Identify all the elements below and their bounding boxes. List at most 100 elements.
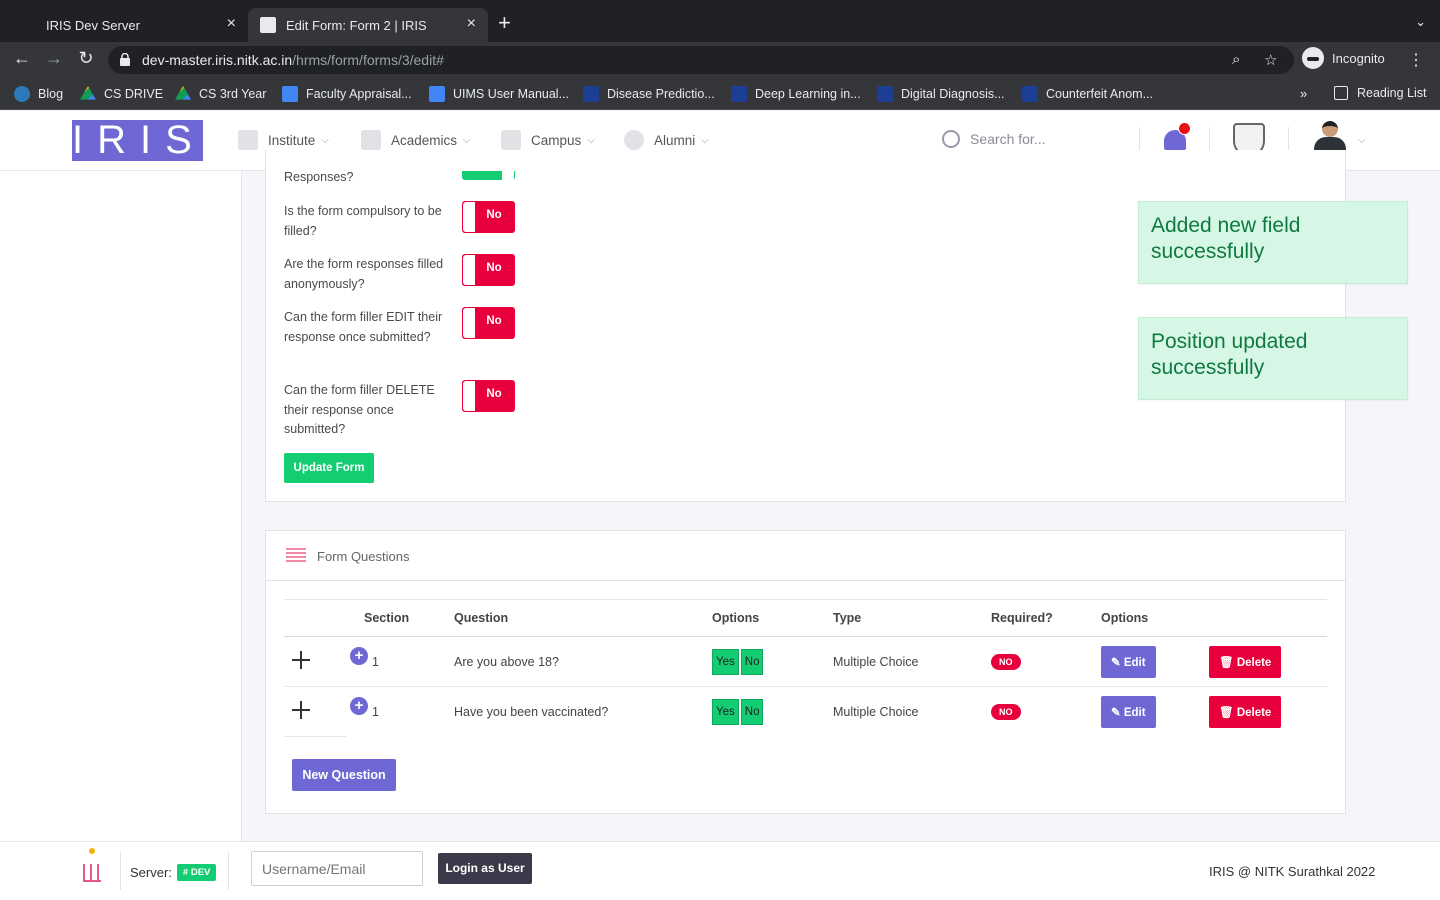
chevron-down-icon[interactable]: ⌵ xyxy=(1358,135,1366,146)
bookmarks-bar: Blog CS DRIVE CS 3rd Year Faculty Apprai… xyxy=(0,78,1440,110)
bookmark-item[interactable]: Disease Predictio... xyxy=(583,86,715,102)
section-cell: +1 xyxy=(346,636,454,687)
bookmark-item[interactable]: CS DRIVE xyxy=(80,86,163,102)
bookmark-item[interactable]: Counterfeit Anom... xyxy=(1022,86,1153,102)
incognito-icon xyxy=(1302,47,1324,69)
bookmark-item[interactable]: Digital Diagnosis... xyxy=(877,86,1005,102)
toggle-knob xyxy=(502,171,514,180)
chevron-down-icon: ⌵ xyxy=(701,134,709,146)
tab-search-chevron-icon[interactable]: ⌄ xyxy=(1415,14,1426,30)
question-cell: Have you been vaccinated? xyxy=(454,704,609,719)
option-chip: No xyxy=(740,698,764,725)
nav-alumni[interactable]: Alumni ⌵ xyxy=(624,130,709,150)
drag-handle-icon[interactable] xyxy=(292,701,310,719)
browser-menu-icon[interactable]: ⋮ xyxy=(1408,50,1424,70)
bookmark-label: Blog xyxy=(38,87,64,101)
tab-favicon-icon xyxy=(260,17,276,33)
section-cell: +1 xyxy=(346,687,454,737)
divider xyxy=(228,852,229,890)
search-placeholder: Search for... xyxy=(970,131,1046,147)
edit-question-button[interactable]: ✎ Edit xyxy=(1101,645,1156,678)
building-icon xyxy=(501,130,521,150)
card-title: Form Questions xyxy=(317,549,410,564)
nav-institute[interactable]: Institute ⌵ xyxy=(238,130,329,150)
delete-question-button[interactable]: 🗑 Delete xyxy=(1209,645,1282,678)
setting-toggle[interactable] xyxy=(462,171,515,180)
required-cell: NO xyxy=(991,636,1101,687)
nav-label: Institute xyxy=(268,132,316,148)
drag-handle-icon[interactable] xyxy=(292,651,310,669)
server-indicator: Server: # DEV xyxy=(130,864,217,881)
bookmark-item[interactable]: UIMS User Manual... xyxy=(429,86,569,102)
column-header: Question xyxy=(454,599,712,637)
server-badge: # DEV xyxy=(176,864,217,881)
forward-icon[interactable]: → xyxy=(42,48,66,69)
nav-label: Academics xyxy=(391,132,458,148)
compulsory-toggle[interactable]: No xyxy=(462,201,515,233)
analytics-icon[interactable] xyxy=(82,848,102,882)
bookmark-label: Digital Diagnosis... xyxy=(901,87,1005,101)
browser-tab-active[interactable]: Edit Form: Form 2 | IRIS × xyxy=(248,8,488,42)
add-subquestion-icon[interactable]: + xyxy=(350,696,368,715)
iris-logo[interactable]: IRIS xyxy=(72,120,203,161)
bookmark-star-icon[interactable]: ☆ xyxy=(1264,51,1277,69)
bookmark-label: UIMS User Manual... xyxy=(453,87,570,101)
delete-label: Delete xyxy=(1236,656,1272,669)
column-header: Options xyxy=(712,599,833,637)
close-tab-icon[interactable]: × xyxy=(227,16,236,32)
delete-label: Delete xyxy=(1236,706,1272,719)
column-header: Type xyxy=(833,599,991,637)
tab-title: Edit Form: Form 2 | IRIS xyxy=(286,17,427,33)
anonymous-toggle[interactable]: No xyxy=(462,254,515,286)
bookmark-label: Disease Predictio... xyxy=(607,87,715,101)
edit-label: Edit xyxy=(1123,706,1146,719)
bookmark-item[interactable]: Deep Learning in... xyxy=(731,86,861,102)
trash-icon: 🗑 xyxy=(1219,706,1234,719)
new-question-button[interactable]: New Question xyxy=(292,759,396,791)
update-form-button[interactable]: Update Form xyxy=(284,453,374,483)
setting-label: Can the form filler EDIT their response … xyxy=(284,310,443,344)
card-header: Form Questions xyxy=(266,531,1345,581)
column-header: Options xyxy=(1101,599,1209,637)
delete-cell: 🗑 Delete xyxy=(1209,687,1327,737)
column-header: Required? xyxy=(991,599,1101,637)
drag-handle-cell xyxy=(284,636,346,687)
bookmark-label: Faculty Appraisal... xyxy=(306,87,412,101)
close-tab-icon[interactable]: × xyxy=(467,16,476,32)
reading-list-button[interactable]: Reading List xyxy=(1334,86,1427,100)
institute-icon xyxy=(238,130,258,150)
column-header: Section xyxy=(346,599,454,637)
reading-list-label: Reading List xyxy=(1357,86,1427,100)
required-cell: NO xyxy=(991,687,1101,737)
bookmark-item[interactable]: Blog xyxy=(14,86,63,102)
browser-tab-bar: IRIS Dev Server × Edit Form: Form 2 | IR… xyxy=(0,0,1440,42)
back-icon[interactable]: ← xyxy=(10,48,34,69)
edit-response-toggle[interactable]: No xyxy=(462,307,515,339)
reload-icon[interactable]: ↻ xyxy=(74,48,98,69)
edit-question-button[interactable]: ✎ Edit xyxy=(1101,695,1156,728)
delete-question-button[interactable]: 🗑 Delete xyxy=(1209,695,1282,728)
incognito-indicator[interactable]: Incognito xyxy=(1302,47,1385,69)
add-subquestion-icon[interactable]: + xyxy=(350,646,368,665)
ieee-icon xyxy=(731,86,747,102)
nav-campus[interactable]: Campus ⌵ xyxy=(501,130,595,150)
required-badge: NO xyxy=(991,653,1021,670)
zoom-icon[interactable]: ⌕ xyxy=(1232,51,1240,68)
delete-response-toggle[interactable]: No xyxy=(462,380,515,412)
username-input[interactable] xyxy=(251,851,423,886)
nav-academics[interactable]: Academics ⌵ xyxy=(361,130,471,150)
address-bar[interactable]: dev-master.iris.nitk.ac.in/hrms/form/for… xyxy=(108,46,1294,74)
bookmark-item[interactable]: CS 3rd Year xyxy=(175,86,266,102)
more-bookmarks-icon[interactable]: » xyxy=(1300,86,1307,101)
bookmark-label: Deep Learning in... xyxy=(755,87,861,101)
browser-tab[interactable]: IRIS Dev Server × xyxy=(8,8,248,42)
global-search[interactable]: Search for... xyxy=(942,130,1045,148)
edit-cell: ✎ Edit xyxy=(1101,687,1209,737)
tab-title: IRIS Dev Server xyxy=(46,17,140,33)
bookmark-item[interactable]: Faculty Appraisal... xyxy=(282,86,412,102)
toggle-knob xyxy=(463,381,475,411)
login-as-user-button[interactable]: Login as User xyxy=(438,853,532,884)
toggle-knob xyxy=(463,202,475,232)
notification-dot xyxy=(1178,122,1191,135)
new-tab-icon[interactable]: + xyxy=(498,12,511,34)
